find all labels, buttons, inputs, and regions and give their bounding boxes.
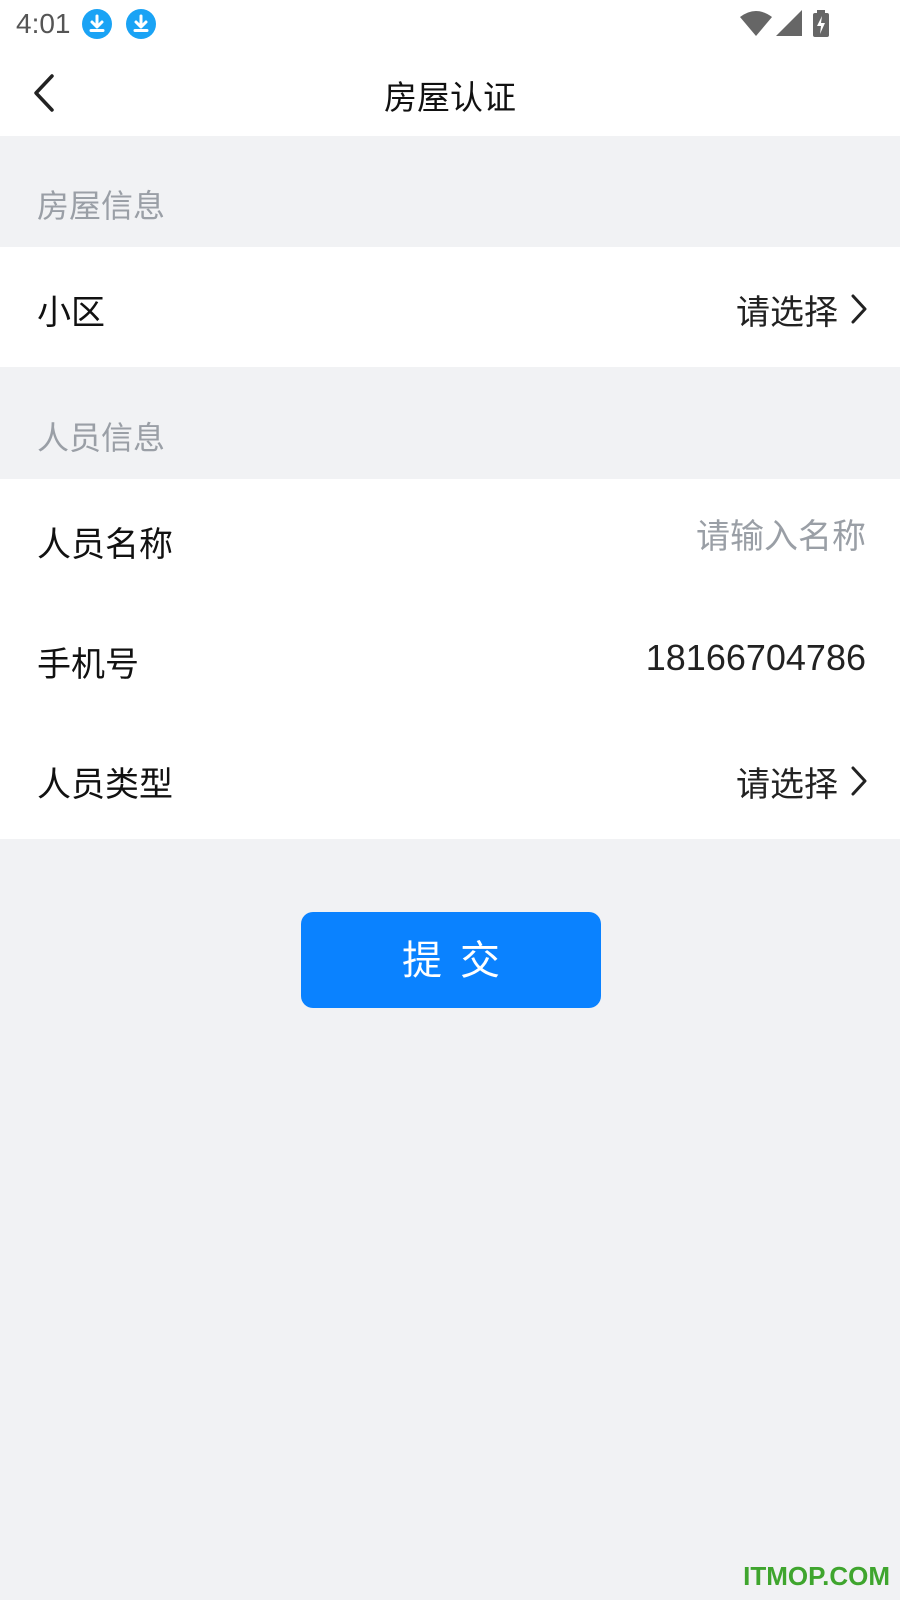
phone-value: 18166704786 [645,637,866,678]
chevron-right-icon [848,764,870,798]
person-type-label: 人员类型 [37,765,173,805]
phone-label: 手机号 [37,645,139,685]
section-header-person: 人员信息 [0,367,900,479]
person-name-row: 人员名称 [0,479,900,599]
status-time: 4:01 [16,8,71,39]
status-bar: 4:01 [0,0,900,50]
download-icon [126,9,156,39]
system-icons [740,10,860,38]
nav-bar: 房屋认证 [0,50,900,136]
person-name-input[interactable] [446,509,866,565]
person-type-row[interactable]: 人员类型 请选择 [0,719,900,839]
wifi-icon [740,10,772,42]
submit-button[interactable]: 提交 [301,912,601,1008]
chevron-right-icon [848,292,870,326]
person-type-select[interactable]: 请选择 [736,757,838,806]
phone-row: 手机号 18166704786 [0,599,900,719]
section-title: 房屋信息 [37,187,166,225]
community-label: 小区 [37,293,105,333]
battery-icon [812,10,830,42]
section-header-house: 房屋信息 [0,136,900,247]
section-title: 人员信息 [37,419,166,457]
person-name-label: 人员名称 [37,525,173,565]
page-title: 房屋认证 [384,78,516,117]
signal-icon [776,10,802,42]
community-row[interactable]: 小区 请选择 [0,247,900,367]
community-select[interactable]: 请选择 [736,285,838,334]
watermark: ITMOP.COM [743,1561,890,1591]
download-icon [82,9,112,39]
